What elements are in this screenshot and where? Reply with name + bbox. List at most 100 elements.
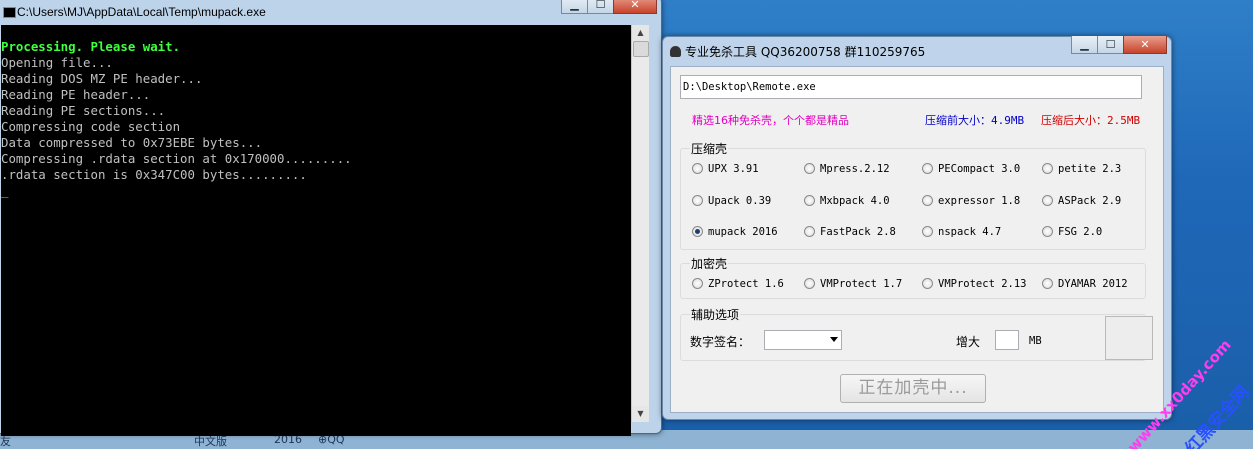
radio-label: ASPack 2.9 bbox=[1058, 195, 1122, 207]
encrypt-group-label: 加密壳 bbox=[690, 255, 729, 272]
close-button[interactable]: ✕ bbox=[613, 0, 657, 14]
radio-label: mupack 2016 bbox=[708, 226, 778, 238]
radio-button-icon[interactable] bbox=[692, 226, 703, 237]
console-output: Processing. Please wait. Opening file... R… bbox=[1, 25, 631, 436]
promo-text: 精选16种免杀壳，个个都是精品 bbox=[692, 114, 849, 127]
radio-label: ZProtect 1.6 bbox=[708, 278, 784, 290]
console-line: Compressing code section bbox=[1, 119, 181, 134]
radio-option[interactable]: ZProtect 1.6 bbox=[692, 278, 784, 291]
console-line: Data compressed to 0x73EBE bytes... bbox=[1, 135, 263, 150]
radio-option[interactable]: UPX 3.91 bbox=[692, 163, 759, 176]
radio-option[interactable]: FSG 2.0 bbox=[1042, 226, 1102, 239]
size-before: 压缩前大小：4.9MB bbox=[925, 112, 1024, 128]
radio-button-icon[interactable] bbox=[1042, 226, 1053, 237]
size-before-label: 压缩前大小： bbox=[925, 114, 991, 127]
pack-button[interactable]: 正在加壳中... bbox=[840, 374, 986, 403]
radio-label: Mpress.2.12 bbox=[820, 163, 890, 175]
enlarge-label: 增大 bbox=[956, 335, 981, 349]
console-line: Reading PE header... bbox=[1, 87, 151, 102]
radio-button-icon[interactable] bbox=[804, 163, 815, 174]
radio-button-icon[interactable] bbox=[692, 163, 703, 174]
radio-option[interactable]: VMProtect 1.7 bbox=[804, 278, 902, 291]
radio-label: VMProtect 1.7 bbox=[820, 278, 903, 290]
radio-label: PECompact 3.0 bbox=[938, 163, 1021, 175]
encrypt-group: 加密壳 ZProtect 1.6 VMProtect 1.7 VMProtect 2… bbox=[680, 255, 1146, 299]
radio-button-icon[interactable] bbox=[922, 163, 933, 174]
packer-client: D:\Desktop\Remote.exe 精选16种免杀壳，个个都是精品 压缩… bbox=[670, 66, 1164, 413]
radio-label: nspack 4.7 bbox=[938, 226, 1002, 238]
radio-label: FastPack 2.8 bbox=[820, 226, 896, 238]
packer-title: 专业免杀工具 QQ36200758 群110259765 bbox=[685, 45, 926, 59]
packer-window: 专业免杀工具 QQ36200758 群110259765 ▁ ☐ ✕ D:\Desk… bbox=[662, 36, 1172, 420]
radio-label: VMProtect 2.13 bbox=[938, 278, 1027, 290]
scroll-up-icon[interactable]: ▲ bbox=[632, 25, 649, 41]
radio-option[interactable]: Mxbpack 4.0 bbox=[804, 195, 890, 208]
radio-option[interactable]: ASPack 2.9 bbox=[1042, 195, 1121, 208]
aux-group: 辅助选项 数字签名： 增大 MB bbox=[680, 306, 1153, 361]
size-after-label: 压缩后大小： bbox=[1041, 114, 1107, 127]
radio-option[interactable]: Mpress.2.12 bbox=[804, 163, 890, 176]
app-icon bbox=[670, 46, 681, 57]
enlarge-unit: MB bbox=[1029, 335, 1042, 347]
scroll-thumb[interactable] bbox=[633, 41, 649, 57]
size-before-value: 4.9MB bbox=[991, 114, 1025, 127]
radio-option[interactable]: mupack 2016 bbox=[692, 226, 778, 239]
aux-group-label: 辅助选项 bbox=[690, 306, 741, 323]
radio-button-icon[interactable] bbox=[1042, 195, 1053, 206]
radio-button-icon[interactable] bbox=[1042, 163, 1053, 174]
radio-button-icon[interactable] bbox=[922, 226, 933, 237]
radio-label: FSG 2.0 bbox=[1058, 226, 1103, 238]
radio-button-icon[interactable] bbox=[922, 278, 933, 289]
console-line: .rdata section is 0x347C00 bytes........… bbox=[1, 167, 307, 182]
radio-label: petite 2.3 bbox=[1058, 163, 1122, 175]
console-scrollbar[interactable]: ▲ ▼ bbox=[631, 25, 649, 422]
radio-option[interactable]: FastPack 2.8 bbox=[804, 226, 896, 239]
console-line: _ bbox=[1, 183, 9, 198]
close-button[interactable]: ✕ bbox=[1123, 36, 1167, 54]
signature-label: 数字签名： bbox=[690, 335, 751, 349]
packer-caption-buttons: ▁ ☐ ✕ bbox=[1071, 36, 1167, 54]
radio-button-icon[interactable] bbox=[692, 278, 703, 289]
console-line: Compressing .rdata section at 0x170000..… bbox=[1, 151, 352, 166]
console-line: Processing. Please wait. bbox=[1, 39, 181, 54]
enlarge-input[interactable] bbox=[995, 330, 1019, 350]
maximize-button[interactable]: ☐ bbox=[1097, 36, 1124, 54]
radio-button-icon[interactable] bbox=[922, 195, 933, 206]
file-path-input[interactable]: D:\Desktop\Remote.exe bbox=[680, 75, 1142, 99]
radio-button-icon[interactable] bbox=[1042, 278, 1053, 289]
radio-option[interactable]: PECompact 3.0 bbox=[922, 163, 1020, 176]
compress-group: 压缩壳 UPX 3.91 Mpress.2.12 PECompact 3.0 peti… bbox=[680, 140, 1146, 250]
radio-label: expressor 1.8 bbox=[938, 195, 1021, 207]
radio-option[interactable]: VMProtect 2.13 bbox=[922, 278, 1027, 291]
console-window: C:\Users\MJ\AppData\Local\Temp\mupack.ex… bbox=[0, 0, 662, 436]
watermark: www.xx0day.com 红黑安全网 bbox=[1102, 292, 1252, 449]
radio-button-icon[interactable] bbox=[804, 278, 815, 289]
minimize-button[interactable]: ▁ bbox=[1071, 36, 1098, 54]
chevron-down-icon bbox=[830, 337, 838, 342]
console-title: C:\Users\MJ\AppData\Local\Temp\mupack.ex… bbox=[17, 5, 266, 19]
size-after: 压缩后大小：2.5MB bbox=[1041, 112, 1140, 128]
console-line: Opening file... bbox=[1, 55, 113, 70]
radio-label: UPX 3.91 bbox=[708, 163, 759, 175]
radio-button-icon[interactable] bbox=[804, 195, 815, 206]
radio-option[interactable]: petite 2.3 bbox=[1042, 163, 1121, 176]
signature-select[interactable] bbox=[764, 330, 842, 350]
radio-button-icon[interactable] bbox=[692, 195, 703, 206]
radio-option[interactable]: nspack 4.7 bbox=[922, 226, 1001, 239]
radio-label: DYAMAR 2012 bbox=[1058, 278, 1128, 290]
scroll-down-icon[interactable]: ▼ bbox=[632, 406, 649, 422]
minimize-button[interactable]: ▁ bbox=[561, 0, 588, 14]
maximize-button[interactable]: ☐ bbox=[587, 0, 614, 14]
radio-option[interactable]: Upack 0.39 bbox=[692, 195, 771, 208]
radio-option[interactable]: DYAMAR 2012 bbox=[1042, 278, 1128, 291]
console-caption-buttons: ▁ ☐ ✕ bbox=[561, 0, 657, 14]
console-icon bbox=[3, 7, 16, 18]
console-line: Reading DOS MZ PE header... bbox=[1, 71, 203, 86]
radio-option[interactable]: expressor 1.8 bbox=[922, 195, 1020, 208]
radio-label: Mxbpack 4.0 bbox=[820, 195, 890, 207]
radio-button-icon[interactable] bbox=[804, 226, 815, 237]
compress-group-label: 压缩壳 bbox=[690, 140, 729, 157]
radio-label: Upack 0.39 bbox=[708, 195, 772, 207]
size-after-value: 2.5MB bbox=[1107, 114, 1141, 127]
console-line: Reading PE sections... bbox=[1, 103, 166, 118]
